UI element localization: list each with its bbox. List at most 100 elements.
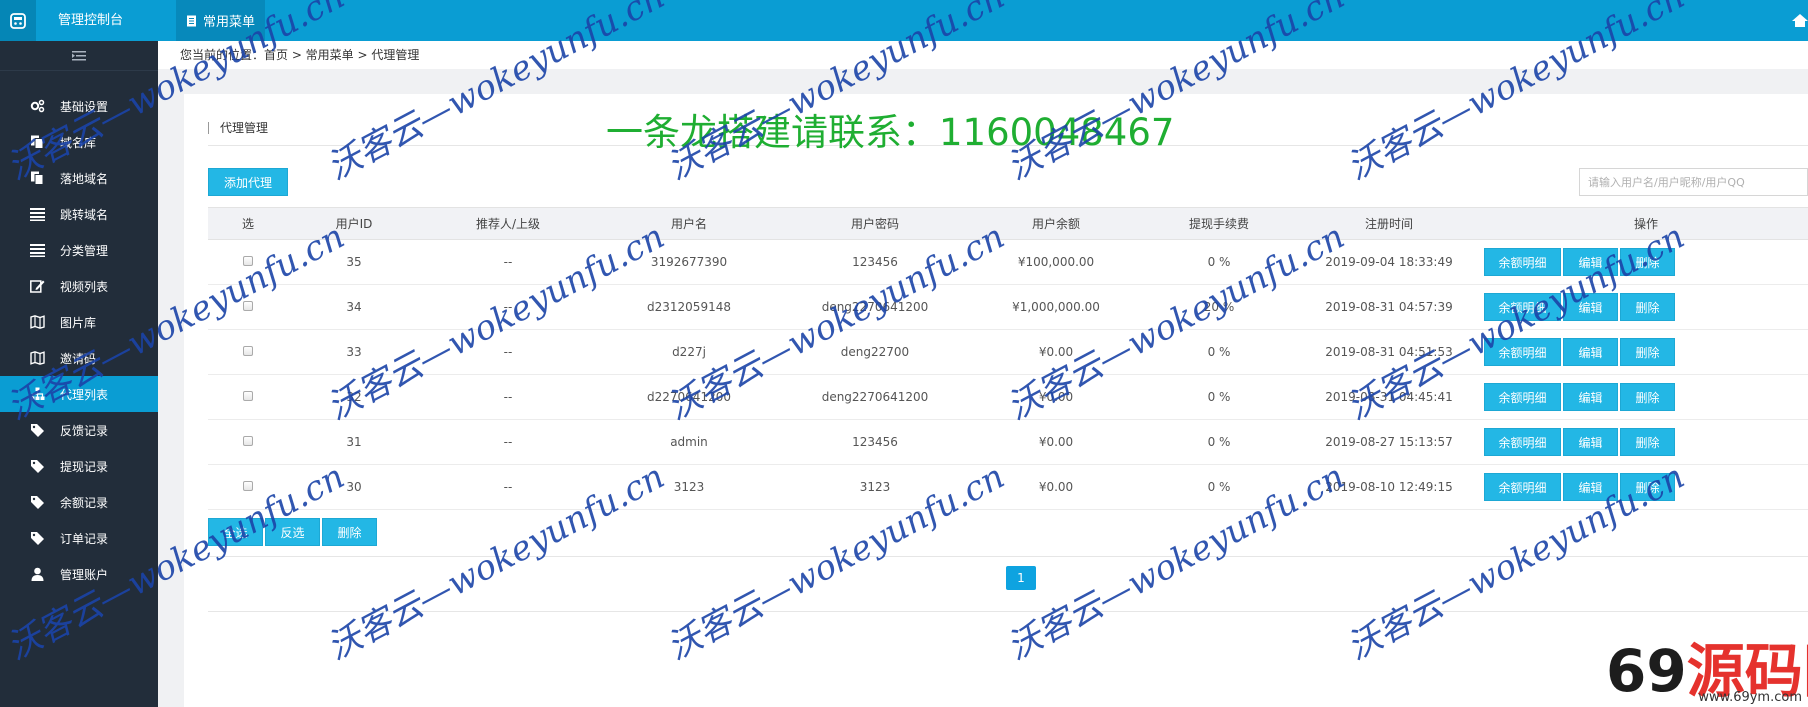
divider (208, 611, 1808, 612)
edit-icon (28, 278, 46, 294)
tab-common-menu-label: 常用菜单 (203, 15, 256, 30)
files-icon (28, 134, 46, 150)
row-checkbox[interactable] (243, 301, 253, 311)
cell-registered: 2019-09-04 18:33:49 (1325, 255, 1453, 269)
sidebar-item-1[interactable]: 域名库 (0, 124, 158, 160)
cell-balance: ¥100,000.00 (1017, 255, 1095, 269)
edit-button[interactable]: 编辑 (1563, 473, 1618, 501)
cell-referrer: -- (503, 255, 513, 269)
table-row: 30 -- 3123 3123 ¥0.00 0 % 2019-08-10 12:49:15 余… (208, 465, 1808, 510)
row-checkbox[interactable] (243, 391, 253, 401)
cell-username: 3123 (673, 480, 705, 494)
balance-detail-button[interactable]: 余额明细 (1484, 338, 1561, 366)
sidebar-item-label: 域名库 (60, 135, 97, 150)
sidebar-item-10[interactable]: 提现记录 (0, 448, 158, 484)
agent-table: 选 用户ID 推荐人/上级 用户名 用户密码 用户余额 提现手续费 注册时间 操… (208, 207, 1808, 510)
delete-button[interactable]: 删除 (1620, 248, 1675, 276)
sidebar-item-11[interactable]: 余额记录 (0, 484, 158, 520)
add-agent-button[interactable]: 添加代理 (208, 168, 288, 196)
page-title: 代理管理 (220, 121, 269, 135)
edit-button[interactable]: 编辑 (1563, 383, 1618, 411)
sidebar-item-label: 跳转域名 (60, 207, 109, 222)
promo-banner: 一条龙搭建请联系：1160048467 (606, 111, 1175, 154)
title-bar-divider (208, 122, 209, 134)
row-checkbox[interactable] (243, 436, 253, 446)
edit-button[interactable]: 编辑 (1563, 293, 1618, 321)
balance-detail-button[interactable]: 余额明细 (1484, 428, 1561, 456)
map-icon (28, 314, 46, 330)
cell-balance: ¥0.00 (1038, 390, 1074, 404)
sidebar-item-label: 提现记录 (60, 459, 109, 474)
app-logo-icon[interactable] (0, 0, 36, 41)
sidebar-item-7[interactable]: 邀请码 (0, 340, 158, 376)
delete-button[interactable]: 删除 (1620, 383, 1675, 411)
row-checkbox[interactable] (243, 256, 253, 266)
sidebar-item-2[interactable]: 落地域名 (0, 160, 158, 196)
sidebar-item-5[interactable]: 视频列表 (0, 268, 158, 304)
search-input[interactable] (1579, 168, 1808, 196)
sidebar-item-12[interactable]: 订单记录 (0, 520, 158, 556)
page-1-button[interactable]: 1 (1006, 566, 1036, 590)
table-row: 35 -- 3192677390 123456 ¥100,000.00 0 % 2019-0… (208, 240, 1808, 285)
sidebar-item-3[interactable]: 跳转域名 (0, 196, 158, 232)
cell-actions: 余额明细 编辑 删除 (1484, 465, 1808, 510)
cell-fee: 0 % (1207, 480, 1231, 494)
sidebar-item-label: 分类管理 (60, 243, 109, 258)
tab-common-menu[interactable]: 常用菜单 (176, 0, 266, 41)
sidebar-item-label: 图片库 (60, 315, 97, 330)
delete-button[interactable]: 删除 (1620, 473, 1675, 501)
sidebar-item-label: 基础设置 (60, 99, 109, 114)
tag-icon (28, 422, 46, 438)
sidebar-item-13[interactable]: 管理账户 (0, 556, 158, 592)
delete-button[interactable]: 删除 (1620, 428, 1675, 456)
bulk-delete-button[interactable]: 删除 (322, 518, 377, 546)
sidebar-item-4[interactable]: 分类管理 (0, 232, 158, 268)
tag-icon (28, 494, 46, 510)
bulk-actions: 全选 反选 删除 (208, 518, 377, 546)
balance-detail-button[interactable]: 余额明细 (1484, 473, 1561, 501)
cell-user-id: 32 (346, 390, 362, 404)
document-icon (187, 15, 196, 26)
col-balance: 用户余额 (968, 207, 1144, 240)
cell-username: admin (670, 435, 708, 449)
balance-detail-button[interactable]: 余额明细 (1484, 383, 1561, 411)
sidebar: 基础设置域名库落地域名跳转域名分类管理视频列表图片库邀请码 代理列表 反馈记录提现记… (0, 41, 158, 707)
edit-button[interactable]: 编辑 (1563, 428, 1618, 456)
edit-button[interactable]: 编辑 (1563, 248, 1618, 276)
list-icon (28, 242, 46, 258)
balance-detail-button[interactable]: 余额明细 (1484, 293, 1561, 321)
sidebar-item-0[interactable]: 基础设置 (0, 88, 158, 124)
cell-fee: 20 % (1203, 300, 1235, 314)
select-all-button[interactable]: 全选 (208, 518, 263, 546)
delete-button[interactable]: 删除 (1620, 338, 1675, 366)
edit-button[interactable]: 编辑 (1563, 338, 1618, 366)
tag-icon (28, 458, 46, 474)
row-checkbox[interactable] (243, 481, 253, 491)
home-icon[interactable] (1792, 12, 1808, 28)
sidebar-item-8[interactable]: 代理列表 (0, 376, 158, 412)
sidebar-item-9[interactable]: 反馈记录 (0, 412, 158, 448)
breadcrumb: 您当前的位置：首页 > 常用菜单 > 代理管理 (158, 41, 1808, 69)
row-checkbox[interactable] (243, 346, 253, 356)
sidebar-collapse-button[interactable] (0, 41, 158, 71)
cell-fee: 0 % (1207, 345, 1231, 359)
balance-detail-button[interactable]: 余额明细 (1484, 248, 1561, 276)
map-icon (28, 350, 46, 366)
col-select: 选 (208, 207, 288, 240)
invert-selection-button[interactable]: 反选 (265, 518, 320, 546)
sidebar-item-label: 订单记录 (60, 531, 109, 546)
delete-button[interactable]: 删除 (1620, 293, 1675, 321)
menu-toggle-icon (72, 50, 86, 60)
cell-select (208, 420, 288, 465)
cell-username: d2312059148 (647, 300, 731, 314)
cell-password: 123456 (852, 435, 898, 449)
cell-user-id: 34 (346, 300, 362, 314)
cell-actions: 余额明细 编辑 删除 (1484, 285, 1808, 330)
console-title[interactable]: 管理控制台 (58, 0, 123, 41)
col-user-id: 用户ID (288, 207, 420, 240)
cell-select (208, 465, 288, 510)
table-row: 34 -- d2312059148 deng2270641200 ¥1,000,000.… (208, 285, 1808, 330)
cell-registered: 2019-08-10 12:49:15 (1325, 480, 1453, 494)
sidebar-item-6[interactable]: 图片库 (0, 304, 158, 340)
cell-select (208, 240, 288, 285)
